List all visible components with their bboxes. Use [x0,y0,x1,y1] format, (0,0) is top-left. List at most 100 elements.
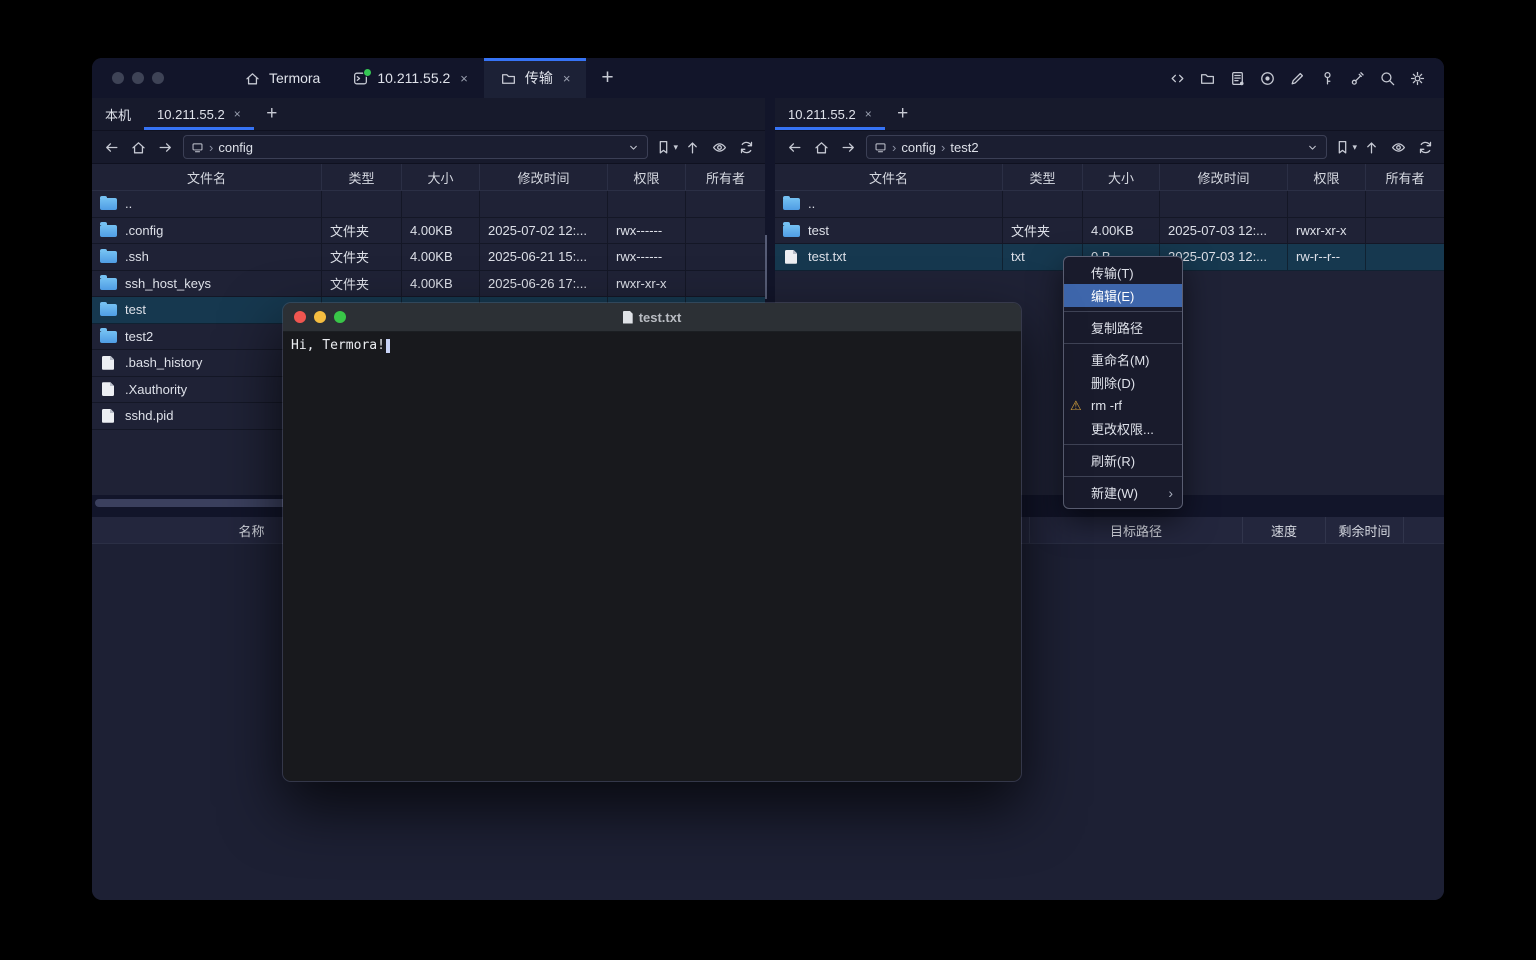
bookmark-button[interactable]: ▾ [1334,139,1357,156]
editor-text: Hi, Termora! [291,338,385,353]
bookmark-button[interactable]: ▾ [655,139,678,156]
edit-icon[interactable] [1284,65,1310,91]
path-field[interactable]: › config [183,135,648,159]
editor-content[interactable]: Hi, Termora! [283,332,1021,782]
column-header[interactable]: 修改时间 [480,164,608,190]
back-icon[interactable] [781,135,807,159]
editor-titlebar[interactable]: test.txt [283,303,1021,332]
tab-close-icon[interactable]: × [865,108,872,120]
breadcrumb-segment[interactable]: config [901,140,936,155]
forward-icon[interactable] [152,135,178,159]
tab-close-icon[interactable]: × [563,72,571,85]
minimize-button[interactable] [314,311,326,323]
column-header[interactable]: 修改时间 [1160,164,1288,190]
tab-close-icon[interactable]: × [234,108,241,120]
window-controls [92,58,186,98]
eye-icon[interactable] [706,135,732,159]
folder-icon[interactable] [1194,65,1220,91]
eye-icon[interactable] [1385,135,1411,159]
editor-title-group: test.txt [283,303,1021,331]
path-field[interactable]: › config › test2 [866,135,1327,159]
file-icon [100,304,117,316]
forward-icon[interactable] [835,135,861,159]
column-header[interactable]: 文件名 [775,164,1003,190]
editor-window: test.txt Hi, Termora! [282,302,1022,782]
editor-window-controls [283,311,346,323]
column-header[interactable]: 类型 [322,164,402,190]
column-header-remaining-time[interactable]: 剩余时间 [1326,517,1404,543]
context-menu-item[interactable] [1064,444,1182,445]
column-header-speed[interactable]: 速度 [1243,517,1326,543]
file-row[interactable]: .ssh 文件夹 4.00KB 2025-06-21 15:... rwx---… [92,244,765,271]
zoom-button[interactable] [334,311,346,323]
context-menu-item[interactable]: 刷新(R) [1064,449,1182,472]
log-icon[interactable] [1224,65,1250,91]
context-menu-item[interactable]: 更改权限... [1064,417,1182,440]
tab-ssh-session[interactable]: 10.211.55.2 × [336,58,484,98]
chevron-down-icon[interactable] [1306,141,1319,154]
code-icon[interactable] [1164,65,1190,91]
file-row[interactable]: test 文件夹 4.00KB 2025-07-03 12:... rwxr-x… [775,218,1444,245]
refresh-icon[interactable] [1412,135,1438,159]
context-menu-item[interactable] [1064,476,1182,477]
record-icon[interactable] [1254,65,1280,91]
tab-remote-10-211-55-2[interactable]: 10.211.55.2 × [775,98,885,130]
chevron-down-icon[interactable] [627,141,640,154]
new-tab-button[interactable]: + [586,58,628,98]
column-header[interactable]: 权限 [1288,164,1366,190]
context-menu-item[interactable]: 编辑(E) [1064,284,1182,307]
context-menu-item[interactable]: 传输(T) [1064,261,1182,284]
column-header-target-path[interactable]: 目标路径 [1030,517,1243,543]
column-header[interactable]: 大小 [1083,164,1160,190]
context-menu-item[interactable]: 重命名(M) [1064,348,1182,371]
file-row[interactable]: .. [92,191,765,218]
tab-local-machine[interactable]: 本机 [92,98,144,130]
left-pathbar: › config ▾ [92,131,765,164]
context-menu-item[interactable]: ⚠ rm -rf [1064,394,1182,417]
column-header[interactable]: 所有者 [1366,164,1444,190]
home-icon[interactable] [125,135,151,159]
left-session-tabs: 本机 10.211.55.2 × + [92,98,765,131]
refresh-icon[interactable] [733,135,759,159]
file-owner [686,271,765,297]
home-icon[interactable] [808,135,834,159]
file-mtime [480,191,608,217]
tab-remote-10-211-55-2[interactable]: 10.211.55.2 × [144,98,254,130]
settings-icon[interactable] [1404,65,1430,91]
menu-item-label: 新建(W) [1091,483,1138,502]
arrow-up-icon[interactable] [679,135,705,159]
breadcrumb-segment[interactable]: config [218,140,253,155]
column-header[interactable]: 权限 [608,164,686,190]
search-icon[interactable] [1374,65,1400,91]
file-row[interactable]: .config 文件夹 4.00KB 2025-07-02 12:... rwx… [92,218,765,245]
context-menu-item[interactable]: 新建(W) › [1064,481,1182,504]
file-row[interactable]: .. [775,191,1444,218]
file-row[interactable]: ssh_host_keys 文件夹 4.00KB 2025-06-26 17:.… [92,271,765,298]
minimize-button[interactable] [132,72,144,84]
column-header[interactable]: 文件名 [92,164,322,190]
context-menu-item[interactable]: 复制路径 [1064,316,1182,339]
file-name: .config [125,223,163,238]
tab-transfer[interactable]: 传输 × [484,58,587,98]
context-menu-item[interactable] [1064,343,1182,344]
breadcrumb-segment[interactable]: test2 [950,140,978,155]
tab-close-icon[interactable]: × [460,72,468,85]
close-button[interactable] [294,311,306,323]
close-button[interactable] [112,72,124,84]
new-session-tab-button[interactable]: + [885,98,921,130]
arrow-up-icon[interactable] [1358,135,1384,159]
zoom-button[interactable] [152,72,164,84]
new-session-tab-button[interactable]: + [254,98,290,130]
column-header[interactable]: 大小 [402,164,480,190]
context-menu-item[interactable]: 删除(D) [1064,371,1182,394]
context-menu-item[interactable] [1064,311,1182,312]
file-perms: rw-r--r-- [1288,244,1366,270]
key-icon[interactable] [1314,65,1340,91]
file-perms: rwxr-xr-x [608,271,686,297]
column-header[interactable]: 类型 [1003,164,1083,190]
file-name-cell: .. [775,191,1003,217]
column-header[interactable]: 所有者 [686,164,765,190]
keychain-icon[interactable] [1344,65,1370,91]
back-icon[interactable] [98,135,124,159]
tab-termora-home[interactable]: Termora [228,58,336,98]
